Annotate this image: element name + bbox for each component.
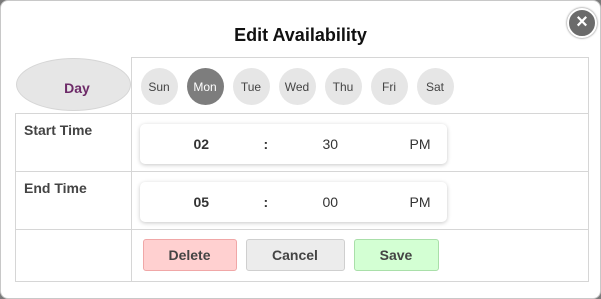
day-thu[interactable]: Thu <box>324 68 362 105</box>
actions-label-cell <box>15 229 132 282</box>
action-buttons: Delete Cancel Save <box>133 231 588 271</box>
delete-button[interactable]: Delete <box>142 239 237 271</box>
day-sun[interactable]: Sun <box>140 68 178 105</box>
edit-availability-dialog: Edit Availability × Day Sun Mon Tue Wed … <box>0 0 601 299</box>
save-button[interactable]: Save <box>353 239 439 271</box>
day-mon[interactable]: Mon <box>186 68 224 105</box>
day-fri[interactable]: Fri <box>370 68 408 105</box>
day-wed[interactable]: Wed <box>278 68 316 105</box>
end-hour[interactable]: 05 <box>194 194 210 210</box>
day-sat[interactable]: Sat <box>416 68 454 105</box>
day-label: Day <box>15 57 131 111</box>
start-time-picker[interactable]: 02 : 30 PM <box>139 124 447 164</box>
end-period[interactable]: PM <box>410 194 431 210</box>
close-icon: × <box>576 11 588 33</box>
end-separator: : <box>263 194 269 210</box>
start-time-label: Start Time <box>15 113 132 172</box>
day-selector: Sun Mon Tue Wed Thu Fri Sat <box>133 59 588 105</box>
start-separator: : <box>263 136 269 152</box>
cancel-button[interactable]: Cancel <box>245 239 345 271</box>
dialog-title: Edit Availability <box>234 25 367 45</box>
availability-form: Day Sun Mon Tue Wed Thu Fri Sat Start Ti… <box>15 57 589 282</box>
close-button[interactable]: × <box>567 8 597 38</box>
end-time-picker[interactable]: 05 : 00 PM <box>139 182 447 222</box>
end-minute[interactable]: 00 <box>323 194 339 210</box>
start-hour[interactable]: 02 <box>194 136 210 152</box>
start-minute[interactable]: 30 <box>323 136 339 152</box>
end-time-label: End Time <box>15 171 132 230</box>
start-period[interactable]: PM <box>410 136 431 152</box>
day-tue[interactable]: Tue <box>232 68 270 105</box>
